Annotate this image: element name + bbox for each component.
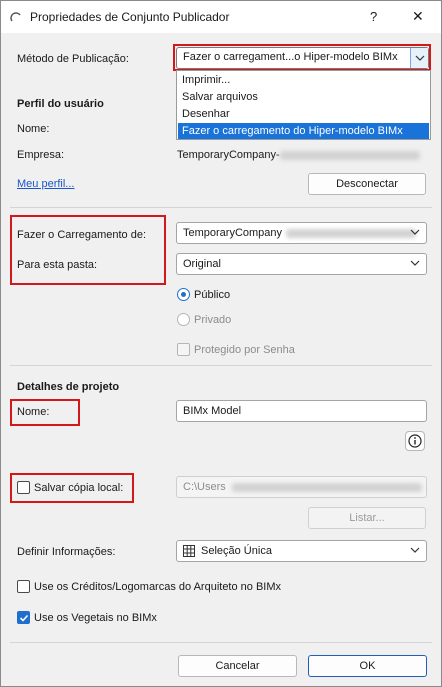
user-name-label: Nome: bbox=[17, 123, 50, 135]
folder-select[interactable]: Original bbox=[176, 253, 427, 275]
disconnect-button[interactable]: Desconectar bbox=[308, 173, 426, 195]
highlight-publish-method bbox=[173, 44, 431, 71]
project-name-value: BIMx Model bbox=[183, 405, 242, 417]
company-label: Empresa: bbox=[17, 149, 65, 161]
publish-method-dropdown-list: Imprimir... Salvar arquivos Desenhar Faz… bbox=[176, 70, 431, 140]
highlight-project-name bbox=[10, 399, 80, 426]
define-info-label: Definir Informações: bbox=[17, 546, 116, 558]
table-grid-icon bbox=[183, 545, 195, 557]
separator bbox=[10, 642, 432, 643]
private-label: Privado bbox=[194, 314, 232, 326]
project-details-heading: Detalhes de projeto bbox=[17, 381, 120, 393]
info-icon bbox=[408, 434, 422, 448]
company-value: TemporaryCompany- bbox=[177, 149, 420, 161]
vegetation-checkbox[interactable] bbox=[17, 611, 30, 624]
publisher-set-properties-dialog: Propriedades de Conjunto Publicador ? ✕ … bbox=[0, 0, 442, 687]
help-icon[interactable]: ? bbox=[370, 9, 377, 24]
dropdown-option-save-files[interactable]: Salvar arquivos bbox=[178, 89, 429, 105]
cancel-button[interactable]: Cancelar bbox=[178, 655, 297, 677]
dropdown-option-print[interactable]: Imprimir... bbox=[178, 72, 429, 88]
define-info-select[interactable]: Seleção Única bbox=[176, 540, 427, 562]
redacted-text bbox=[279, 150, 420, 160]
local-path-value: C:\Users bbox=[183, 481, 422, 493]
public-label: Público bbox=[194, 289, 231, 301]
close-icon[interactable]: ✕ bbox=[412, 8, 424, 25]
user-profile-heading: Perfil do usuário bbox=[17, 98, 104, 110]
password-protected-label: Protegido por Senha bbox=[194, 344, 295, 356]
project-name-input[interactable]: BIMx Model bbox=[176, 400, 427, 422]
define-info-value: Seleção Única bbox=[201, 545, 272, 557]
folder-value: Original bbox=[183, 258, 221, 270]
upload-to-value: TemporaryCompany bbox=[183, 227, 417, 239]
window-title: Propriedades de Conjunto Publicador bbox=[30, 10, 230, 24]
vegetation-label: Use os Vegetais no BIMx bbox=[34, 612, 157, 624]
password-protected-checkbox[interactable] bbox=[177, 343, 190, 356]
public-radio[interactable] bbox=[177, 288, 190, 301]
dropdown-option-plot[interactable]: Desenhar bbox=[178, 106, 429, 122]
dropdown-option-bimx-upload[interactable]: Fazer o carregamento do Hiper-modelo BIM… bbox=[178, 123, 429, 139]
app-spinner-icon bbox=[10, 12, 21, 22]
private-radio[interactable] bbox=[177, 313, 190, 326]
checkmark-icon bbox=[19, 614, 29, 622]
redacted-text bbox=[231, 482, 422, 492]
highlight-upload-labels bbox=[10, 215, 166, 285]
architect-credits-checkbox[interactable] bbox=[17, 580, 30, 593]
ok-button[interactable]: OK bbox=[308, 655, 427, 677]
separator bbox=[10, 365, 432, 366]
architect-credits-label: Use os Créditos/Logomarcas do Arquiteto … bbox=[34, 581, 282, 593]
browse-button[interactable]: Listar... bbox=[308, 507, 426, 529]
title-bar: Propriedades de Conjunto Publicador ? ✕ bbox=[1, 1, 441, 33]
local-path-input[interactable]: C:\Users bbox=[176, 476, 427, 498]
publish-method-label: Método de Publicação: bbox=[17, 53, 129, 65]
highlight-local-copy bbox=[10, 473, 134, 503]
chevron-down-icon bbox=[410, 260, 420, 266]
chevron-down-icon bbox=[410, 547, 420, 553]
separator bbox=[10, 207, 432, 208]
redacted-text bbox=[286, 228, 417, 238]
chevron-down-icon bbox=[410, 229, 420, 235]
info-button[interactable] bbox=[405, 431, 425, 451]
upload-to-select[interactable]: TemporaryCompany bbox=[176, 222, 427, 244]
my-profile-link[interactable]: Meu perfil... bbox=[17, 178, 74, 190]
